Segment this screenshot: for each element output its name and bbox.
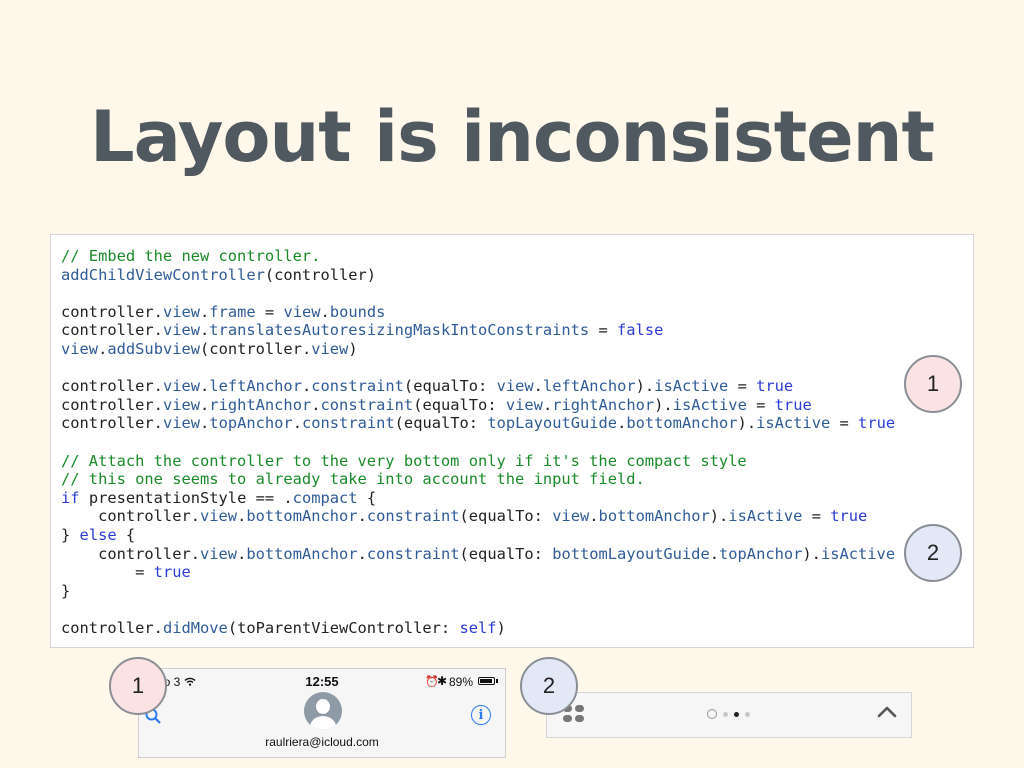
- code-line: controller.view.bottomAnchor.constraint(…: [61, 544, 896, 563]
- page-dot-active[interactable]: [734, 711, 739, 717]
- code-line: controller.didMove(toParentViewControlle…: [61, 618, 506, 637]
- code-line: addChildViewController(controller): [61, 265, 377, 284]
- chevron-up-icon[interactable]: [877, 705, 897, 719]
- page-dot[interactable]: [723, 711, 728, 717]
- info-icon[interactable]: i: [471, 705, 491, 725]
- clock-icon: [707, 709, 717, 719]
- code-snippet: // Embed the new controller. addChildView…: [50, 234, 974, 648]
- app-drawer-toolbar: [546, 692, 912, 738]
- callout-marker-1-bottom: 1: [109, 657, 167, 715]
- code-line: // Embed the new controller.: [61, 247, 321, 265]
- callout-marker-1: 1: [904, 355, 962, 413]
- code-line: controller.view.leftAnchor.constraint(eq…: [61, 377, 794, 396]
- code-line: }: [61, 581, 71, 600]
- code-line: controller.view.topAnchor.constraint(equ…: [61, 414, 896, 433]
- code-line: // Attach the controller to the very bot…: [61, 451, 747, 470]
- battery-percentage: 89%: [448, 675, 473, 689]
- code-line: controller.view.bottomAnchor.constraint(…: [61, 507, 868, 526]
- code-line: view.addSubview(controller.view): [61, 339, 358, 358]
- code-line: = true: [61, 563, 191, 582]
- account-email: raulriera@icloud.com: [265, 735, 379, 749]
- callout-marker-2: 2: [904, 524, 962, 582]
- page-indicator[interactable]: [707, 707, 750, 721]
- code-line: controller.view.rightAnchor.constraint(e…: [61, 395, 812, 414]
- battery-icon: [478, 677, 495, 685]
- slide-title: Layout is inconsistent: [90, 96, 935, 178]
- code-block: // Embed the new controller. addChildView…: [61, 247, 895, 637]
- code-line: // this one seems to already take into a…: [61, 470, 645, 489]
- code-line: controller.view.frame = view.bounds: [61, 302, 386, 321]
- code-line: if presentationStyle == .compact {: [61, 488, 377, 507]
- callout-marker-2-bottom: 2: [520, 657, 578, 715]
- message-extension-header: ɒo 3 12:55 ⏰ ✱ 89% raulriera@icloud.com …: [138, 668, 506, 758]
- avatar-icon[interactable]: [304, 692, 342, 730]
- bluetooth-icon: ✱: [437, 674, 448, 688]
- page-dot[interactable]: [745, 711, 750, 717]
- code-line: } else {: [61, 525, 136, 544]
- code-line: controller.view.translatesAutoresizingMa…: [61, 321, 664, 340]
